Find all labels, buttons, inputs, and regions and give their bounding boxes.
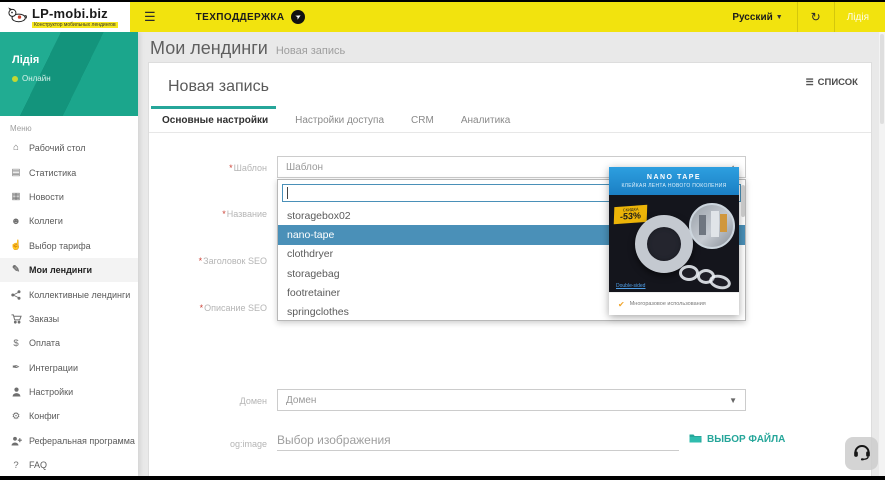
telegram-icon: ➤ xyxy=(290,10,305,24)
logo[interactable]: LP-mobi.biz Конструктор мобильных лендин… xyxy=(0,2,130,32)
domain-select[interactable]: Домен ▼ xyxy=(277,389,746,411)
template-preview: NANO TAPE КЛЕЙКАЯ ЛЕНТА НОВОГО ПОКОЛЕНИЯ… xyxy=(609,167,739,315)
chevron-down-icon: ▼ xyxy=(729,395,737,405)
sidebar-item-collective-landings[interactable]: Коллективные лендинги xyxy=(0,282,138,306)
og-image-input[interactable] xyxy=(277,429,679,451)
sidebar-item-colleagues[interactable]: ☻ Коллеги xyxy=(0,209,138,233)
preview-image: СКИДКА -53% Double-sided xyxy=(609,195,739,292)
preview-feature: Многоразовое использования xyxy=(629,301,706,307)
headset-icon xyxy=(852,441,872,466)
choose-file-button[interactable]: ВЫБОР ФАЙЛА xyxy=(689,433,785,446)
online-status-dot xyxy=(12,75,18,82)
topbar: ☰ ТЕХПОДДЕРЖКА ➤ Русский ▼ ↻ Лідія xyxy=(130,2,885,32)
chevron-down-icon: ▼ xyxy=(775,13,783,21)
name-label: Название xyxy=(149,209,267,219)
logo-title: LP-mobi.biz xyxy=(32,6,108,21)
topbar-username[interactable]: Лідія xyxy=(835,12,885,23)
domain-select-placeholder: Домен xyxy=(286,394,317,406)
preview-subtitle: КЛЕЙКАЯ ЛЕНТА НОВОГО ПОКОЛЕНИЯ xyxy=(621,182,727,189)
statistics-icon: ▤ xyxy=(11,166,21,178)
integrations-icon: ✒ xyxy=(12,361,20,373)
sidebar-item-news[interactable]: ▦ Новости xyxy=(0,185,138,209)
sidebar-item-faq[interactable]: ? FAQ xyxy=(0,453,138,476)
desktop-icon: ⌂ xyxy=(13,142,19,154)
tab-bar: Основные настройки Настройки доступа CRM… xyxy=(149,106,871,133)
sidebar-item-settings[interactable]: Настройки xyxy=(0,380,138,404)
share-icon xyxy=(10,289,22,300)
preview-inset-circle xyxy=(689,203,735,249)
user-icon xyxy=(10,387,22,397)
template-select-placeholder: Шаблон xyxy=(286,161,324,173)
payment-icon: $ xyxy=(13,337,19,349)
support-link[interactable]: ТЕХПОДДЕРЖКА ➤ xyxy=(196,10,305,24)
breadcrumb: Мои лендинги Новая запись xyxy=(150,38,345,59)
hamburger-menu-icon[interactable]: ☰ xyxy=(144,9,156,25)
domain-label: Домен xyxy=(239,396,267,406)
sidebar-item-statistics[interactable]: ▤ Статистика xyxy=(0,160,138,184)
tab-analytics[interactable]: Аналитика xyxy=(461,106,511,132)
sidebar-menu: ⌂ Рабочий стол ▤ Статистика ▦ Новости ☻ … xyxy=(0,136,138,476)
dropdown-scrollbar[interactable] xyxy=(741,185,745,217)
seo-description-label: Описание SEO xyxy=(149,303,267,313)
tariff-icon: ☝ xyxy=(10,240,22,251)
logo-tagline: Конструктор мобильных лендингов xyxy=(32,22,118,28)
og-image-label: og:image xyxy=(229,439,267,449)
check-icon: ✔ xyxy=(618,299,625,309)
logo-dog-icon xyxy=(7,6,27,29)
breadcrumb-current: Новая запись xyxy=(275,45,346,57)
sidebar-item-dashboard[interactable]: ⌂ Рабочий стол xyxy=(0,136,138,160)
sidebar-item-payment[interactable]: $ Оплата xyxy=(0,331,138,355)
tape-ring xyxy=(679,265,699,281)
preview-header: NANO TAPE КЛЕЙКАЯ ЛЕНТА НОВОГО ПОКОЛЕНИЯ xyxy=(609,167,739,195)
support-chat-widget[interactable] xyxy=(845,437,878,470)
sidebar-item-orders[interactable]: Заказы xyxy=(0,307,138,331)
language-select[interactable]: Русский ▼ xyxy=(718,2,796,32)
sidebar-item-referral[interactable]: Реферальная программа xyxy=(0,429,138,453)
preview-footer: ✔ Многоразовое использования xyxy=(609,292,739,315)
news-icon: ▦ xyxy=(11,191,21,203)
tab-crm[interactable]: CRM xyxy=(411,106,434,132)
tape-roll-image xyxy=(635,215,693,273)
tab-main-settings[interactable]: Основные настройки xyxy=(150,106,277,132)
referral-icon xyxy=(10,436,22,446)
list-button[interactable]: ☰ СПИСОК xyxy=(806,77,858,88)
tab-access-settings[interactable]: Настройки доступа xyxy=(295,106,384,132)
text-cursor xyxy=(287,187,288,199)
tape-ring xyxy=(707,272,733,292)
new-record-card: Новая запись ☰ СПИСОК Основные настройки… xyxy=(148,62,872,476)
gears-icon: ⚙ xyxy=(11,410,21,422)
list-icon: ☰ xyxy=(805,77,814,87)
seo-title-label: Заголовок SEO xyxy=(149,256,267,266)
preview-link: Double-sided xyxy=(616,283,646,289)
page-title: Мои лендинги xyxy=(150,38,268,58)
discount-badge: СКИДКА -53% xyxy=(613,204,648,225)
template-label: Шаблон xyxy=(149,163,267,173)
page-scrollbar[interactable] xyxy=(879,32,885,476)
app-window: LP-mobi.biz Конструктор мобильных лендин… xyxy=(0,2,885,476)
folder-icon xyxy=(689,433,702,446)
sidebar: Лідія Онлайн Меню ⌂ Рабочий стол ▤ Стати… xyxy=(0,32,138,476)
cart-icon xyxy=(10,314,22,324)
sidebar-item-config[interactable]: ⚙ Конфиг xyxy=(0,404,138,428)
question-icon: ? xyxy=(13,459,19,471)
colleagues-icon: ☻ xyxy=(11,215,21,227)
refresh-icon[interactable]: ↻ xyxy=(798,10,834,24)
preview-title: NANO TAPE xyxy=(646,173,702,181)
sidebar-item-integrations[interactable]: ✒ Интеграции xyxy=(0,356,138,380)
sidebar-item-tariff[interactable]: ☝ Выбор тарифа xyxy=(0,234,138,258)
card-title: Новая запись xyxy=(168,78,269,95)
sidebar-username: Лідія xyxy=(12,54,40,66)
language-label: Русский xyxy=(732,11,773,23)
sidebar-user-panel: Лідія Онлайн xyxy=(0,32,138,116)
online-status-label: Онлайн xyxy=(22,74,51,83)
menu-section-label: Меню xyxy=(10,124,32,133)
support-label: ТЕХПОДДЕРЖКА xyxy=(195,11,285,23)
landings-icon: ✎ xyxy=(12,264,20,276)
sidebar-item-my-landings[interactable]: ✎ Мои лендинги xyxy=(0,257,138,283)
